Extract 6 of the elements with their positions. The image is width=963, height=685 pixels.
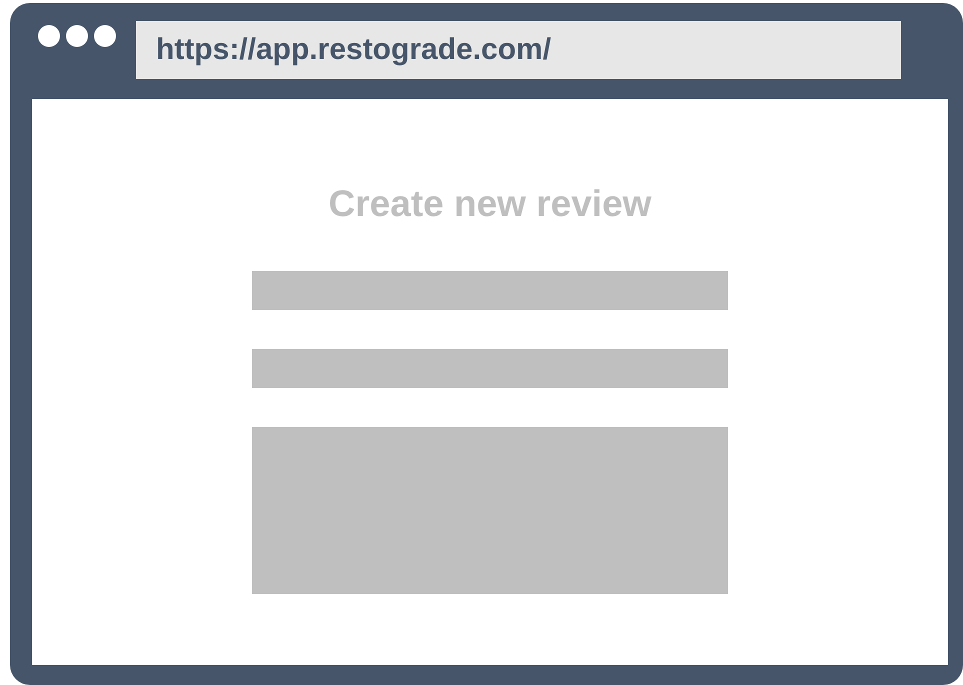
text-area[interactable]: [252, 427, 728, 594]
page-title: Create new review: [328, 183, 652, 225]
window-controls-icon: [38, 25, 116, 47]
input-field[interactable]: [252, 349, 728, 388]
address-bar[interactable]: https://app.restograde.com/: [136, 21, 901, 79]
input-field[interactable]: [252, 271, 728, 310]
